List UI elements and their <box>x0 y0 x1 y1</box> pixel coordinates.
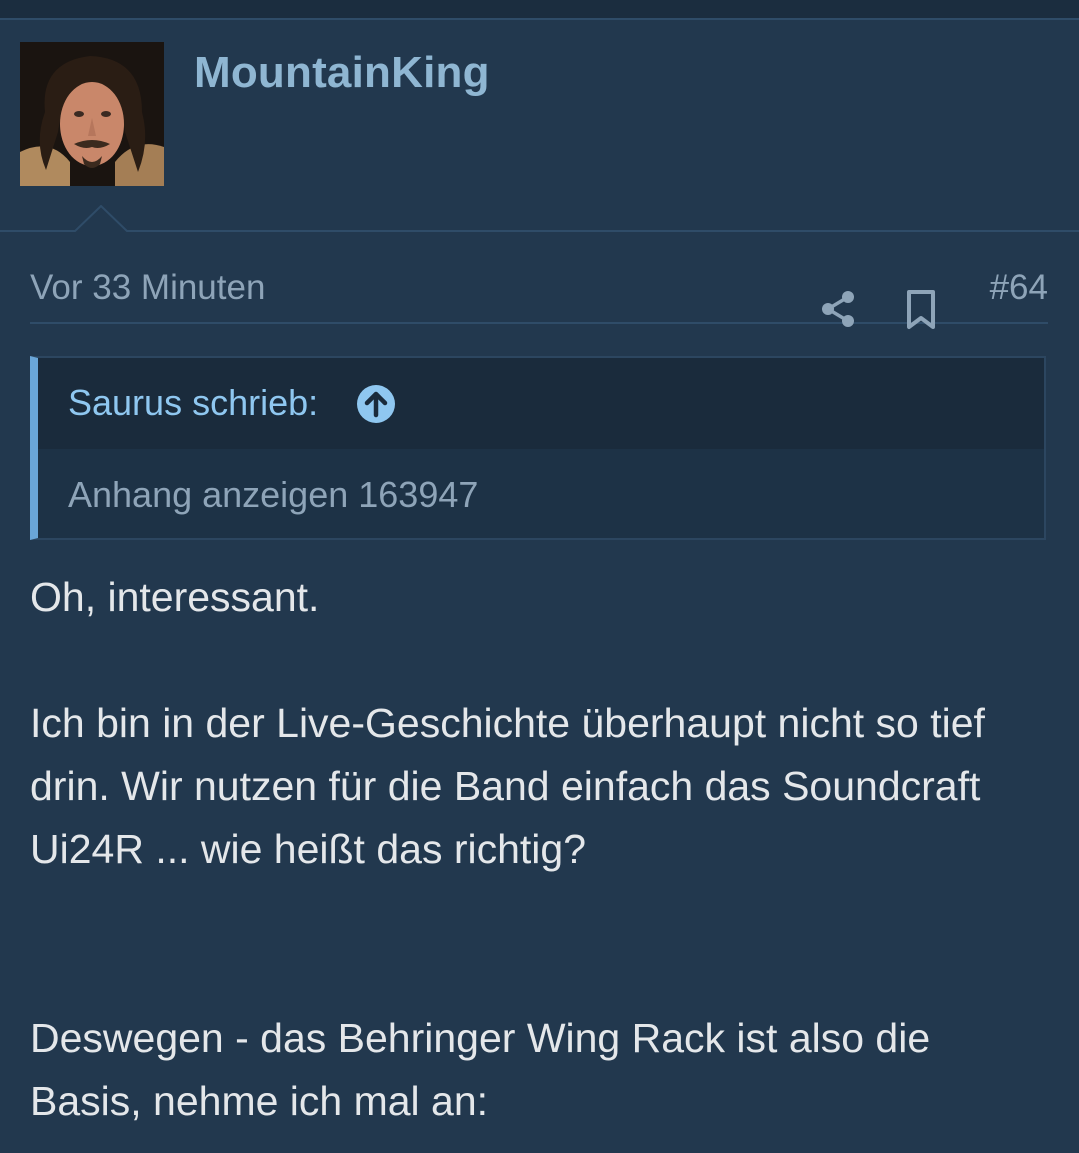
bookmark-icon[interactable] <box>905 290 937 330</box>
top-bar <box>0 0 1079 20</box>
post-paragraph: Ich bin in der Live-Geschichte überhaupt… <box>30 700 985 872</box>
user-header: MountainKing <box>0 20 1079 233</box>
post: Vor 33 Minuten #64 Saurus schrieb: Anhan… <box>0 232 1079 1153</box>
post-body: Oh, interessant. Ich bin in der Live-Ges… <box>30 566 1050 1133</box>
avatar[interactable] <box>20 42 164 186</box>
post-number-link[interactable]: #64 <box>990 268 1048 308</box>
header-pointer <box>74 205 128 233</box>
quote-author[interactable]: Saurus schrieb: <box>68 382 318 424</box>
quote-attachment-link[interactable]: Anhang anzeigen 163947 <box>68 474 478 516</box>
quote-block: Saurus schrieb: Anhang anzeigen 163947 <box>30 356 1046 540</box>
post-paragraph: Oh, interessant. <box>30 574 320 620</box>
post-timestamp[interactable]: Vor 33 Minuten <box>30 268 265 308</box>
arrow-up-circle-icon[interactable] <box>356 384 396 424</box>
username[interactable]: MountainKing <box>194 48 490 98</box>
post-meta: Vor 33 Minuten #64 <box>30 256 1048 329</box>
post-paragraph: Deswegen - das Behringer Wing Rack ist a… <box>30 1015 931 1124</box>
share-icon[interactable] <box>820 290 856 328</box>
quote-header: Saurus schrieb: <box>38 358 1044 449</box>
